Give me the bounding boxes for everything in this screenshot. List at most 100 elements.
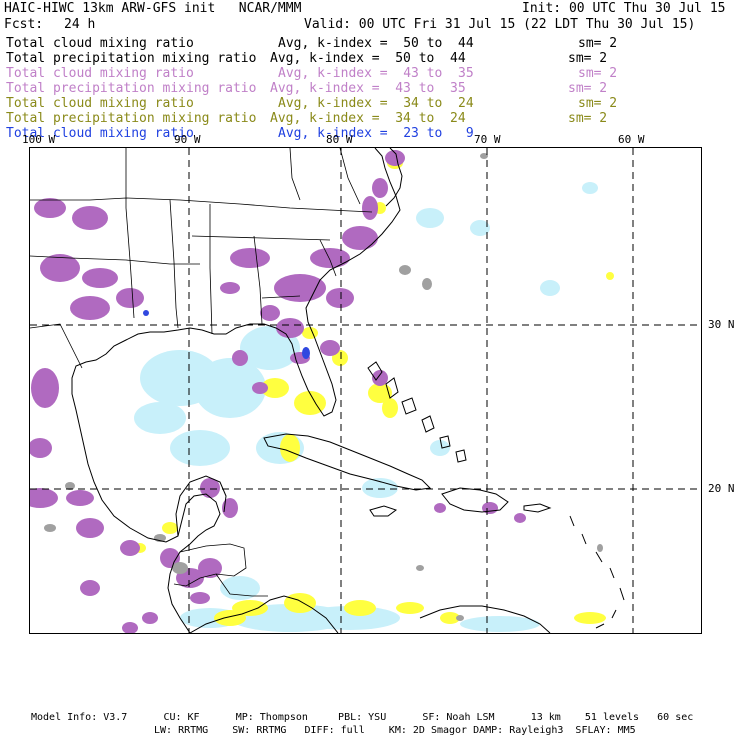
purple-cell — [120, 540, 140, 556]
border-state — [289, 148, 301, 201]
lat-label: 30 N — [708, 318, 735, 331]
lightblue-cell — [362, 478, 398, 498]
lightblue-cell — [430, 440, 450, 456]
lightblue-cell — [582, 182, 598, 194]
model-info-line1: Model Info: V3.7 CU: KF MP: Thompson PBL… — [31, 712, 694, 723]
blue-cell — [302, 347, 310, 359]
map-svg — [30, 148, 701, 633]
legend-field: Total cloud mixing ratio — [6, 36, 194, 51]
coastline-jamaica — [369, 505, 398, 517]
purple-cell — [362, 196, 378, 220]
legend-sm: sm= 2 — [578, 36, 618, 51]
lon-label: 70 W — [474, 133, 501, 146]
purple-cell — [230, 248, 270, 268]
purple-cell — [232, 350, 248, 366]
purple-cell — [310, 248, 350, 268]
purple-cell — [66, 490, 94, 506]
coastline-lesser-antilles — [569, 515, 625, 629]
coastline-hispaniola — [441, 487, 509, 513]
purple-cell — [82, 268, 118, 288]
yellow-cell — [162, 522, 178, 534]
purple-cell — [122, 622, 138, 633]
map-panel — [29, 147, 702, 634]
purple-cell — [326, 288, 354, 308]
lightblue-cell — [416, 208, 444, 228]
yellow-cell — [280, 434, 300, 462]
lat-label: 20 N — [708, 482, 735, 495]
coastline-puerto-rico — [523, 503, 552, 513]
purple-cell — [372, 178, 388, 198]
purple-cell — [320, 340, 340, 356]
legend-field: Total precipitation mixing ratio — [6, 111, 257, 126]
gray-cell — [416, 565, 424, 571]
legend-sm: sm= 2 — [578, 66, 618, 81]
latlon-grid — [30, 148, 701, 633]
yellow-cell — [344, 600, 376, 616]
gray-cell — [44, 524, 56, 532]
purple-cell — [142, 612, 158, 624]
purple-cell — [252, 382, 268, 394]
legend-field: Total precipitation mixing ratio — [6, 51, 257, 66]
purple-cell — [260, 305, 280, 321]
yellow-cell — [302, 327, 318, 339]
purple-cell — [70, 296, 110, 320]
legend-stat: Avg, k-index = 43 to 35 — [270, 81, 466, 96]
legend-sm: sm= 2 — [578, 96, 618, 111]
legend-stat: Avg, k-index = 23 to 9 — [278, 126, 474, 141]
blue-cell — [143, 310, 149, 316]
yellow-cell — [284, 593, 316, 613]
gray-cell — [399, 265, 411, 275]
purple-cell — [342, 226, 378, 250]
lightblue-cell — [540, 280, 560, 296]
lon-label: 60 W — [618, 133, 645, 146]
purple-cell — [80, 580, 100, 596]
legend-field: Total cloud mixing ratio — [6, 96, 194, 111]
legend-field: Total cloud mixing ratio — [6, 66, 194, 81]
purple-cell — [514, 513, 526, 523]
border-state — [191, 235, 331, 241]
lon-label: 100 W — [22, 133, 56, 146]
forecast-label: Fcst: — [4, 17, 44, 32]
yellow-cell — [382, 398, 398, 418]
border-state — [209, 204, 213, 335]
purple-cell — [276, 318, 304, 338]
legend-sm: sm= 2 — [568, 51, 608, 66]
legend-sm: sm= 2 — [568, 81, 608, 96]
purple-cell — [190, 592, 210, 604]
legend-sm: sm= 2 — [568, 111, 608, 126]
gray-cell — [456, 615, 464, 621]
legend-stat: Avg, k-index = 50 to 44 — [278, 36, 474, 51]
border-state — [339, 148, 361, 205]
lon-label: 80 W — [326, 133, 353, 146]
legend-stat: Avg, k-index = 43 to 35 — [278, 66, 474, 81]
yellow-cell — [214, 610, 246, 626]
legend-stat: Avg, k-index = 34 to 24 — [278, 96, 474, 111]
purple-cell — [30, 438, 52, 458]
lon-label: 90 W — [174, 133, 201, 146]
legend-stat: Avg, k-index = 34 to 24 — [270, 111, 466, 126]
purple-cell — [434, 503, 446, 513]
model-info-line2: LW: RRTMG SW: RRTMG DIFF: full KM: 2D Sm… — [154, 725, 636, 736]
border-us-mexico — [30, 323, 83, 369]
purple-cell — [198, 558, 222, 578]
purple-cell — [76, 518, 104, 538]
gray-cell — [597, 544, 603, 552]
gray-cell — [172, 562, 188, 574]
purple-cell — [72, 206, 108, 230]
forecast-hour: 24 h — [64, 17, 96, 32]
purple-cell — [274, 274, 326, 302]
lightblue-cell — [170, 430, 230, 466]
legend-stat: Avg, k-index = 50 to 44 — [270, 51, 466, 66]
map-title: HAIC-HIWC 13km ARW-GFS init NCAR/MMM — [4, 1, 302, 16]
purple-cell — [31, 368, 59, 408]
yellow-cell — [574, 612, 606, 624]
lightblue-cell — [134, 402, 186, 434]
purple-cell — [30, 488, 58, 508]
purple-cell — [34, 198, 66, 218]
yellow-cell — [396, 602, 424, 614]
legend-field: Total precipitation mixing ratio — [6, 81, 257, 96]
valid-time: Valid: 00 UTC Fri 31 Jul 15 (22 LDT Thu … — [304, 17, 696, 32]
purple-cell — [220, 282, 240, 294]
yellow-cell — [606, 272, 614, 280]
purple-cell — [116, 288, 144, 308]
